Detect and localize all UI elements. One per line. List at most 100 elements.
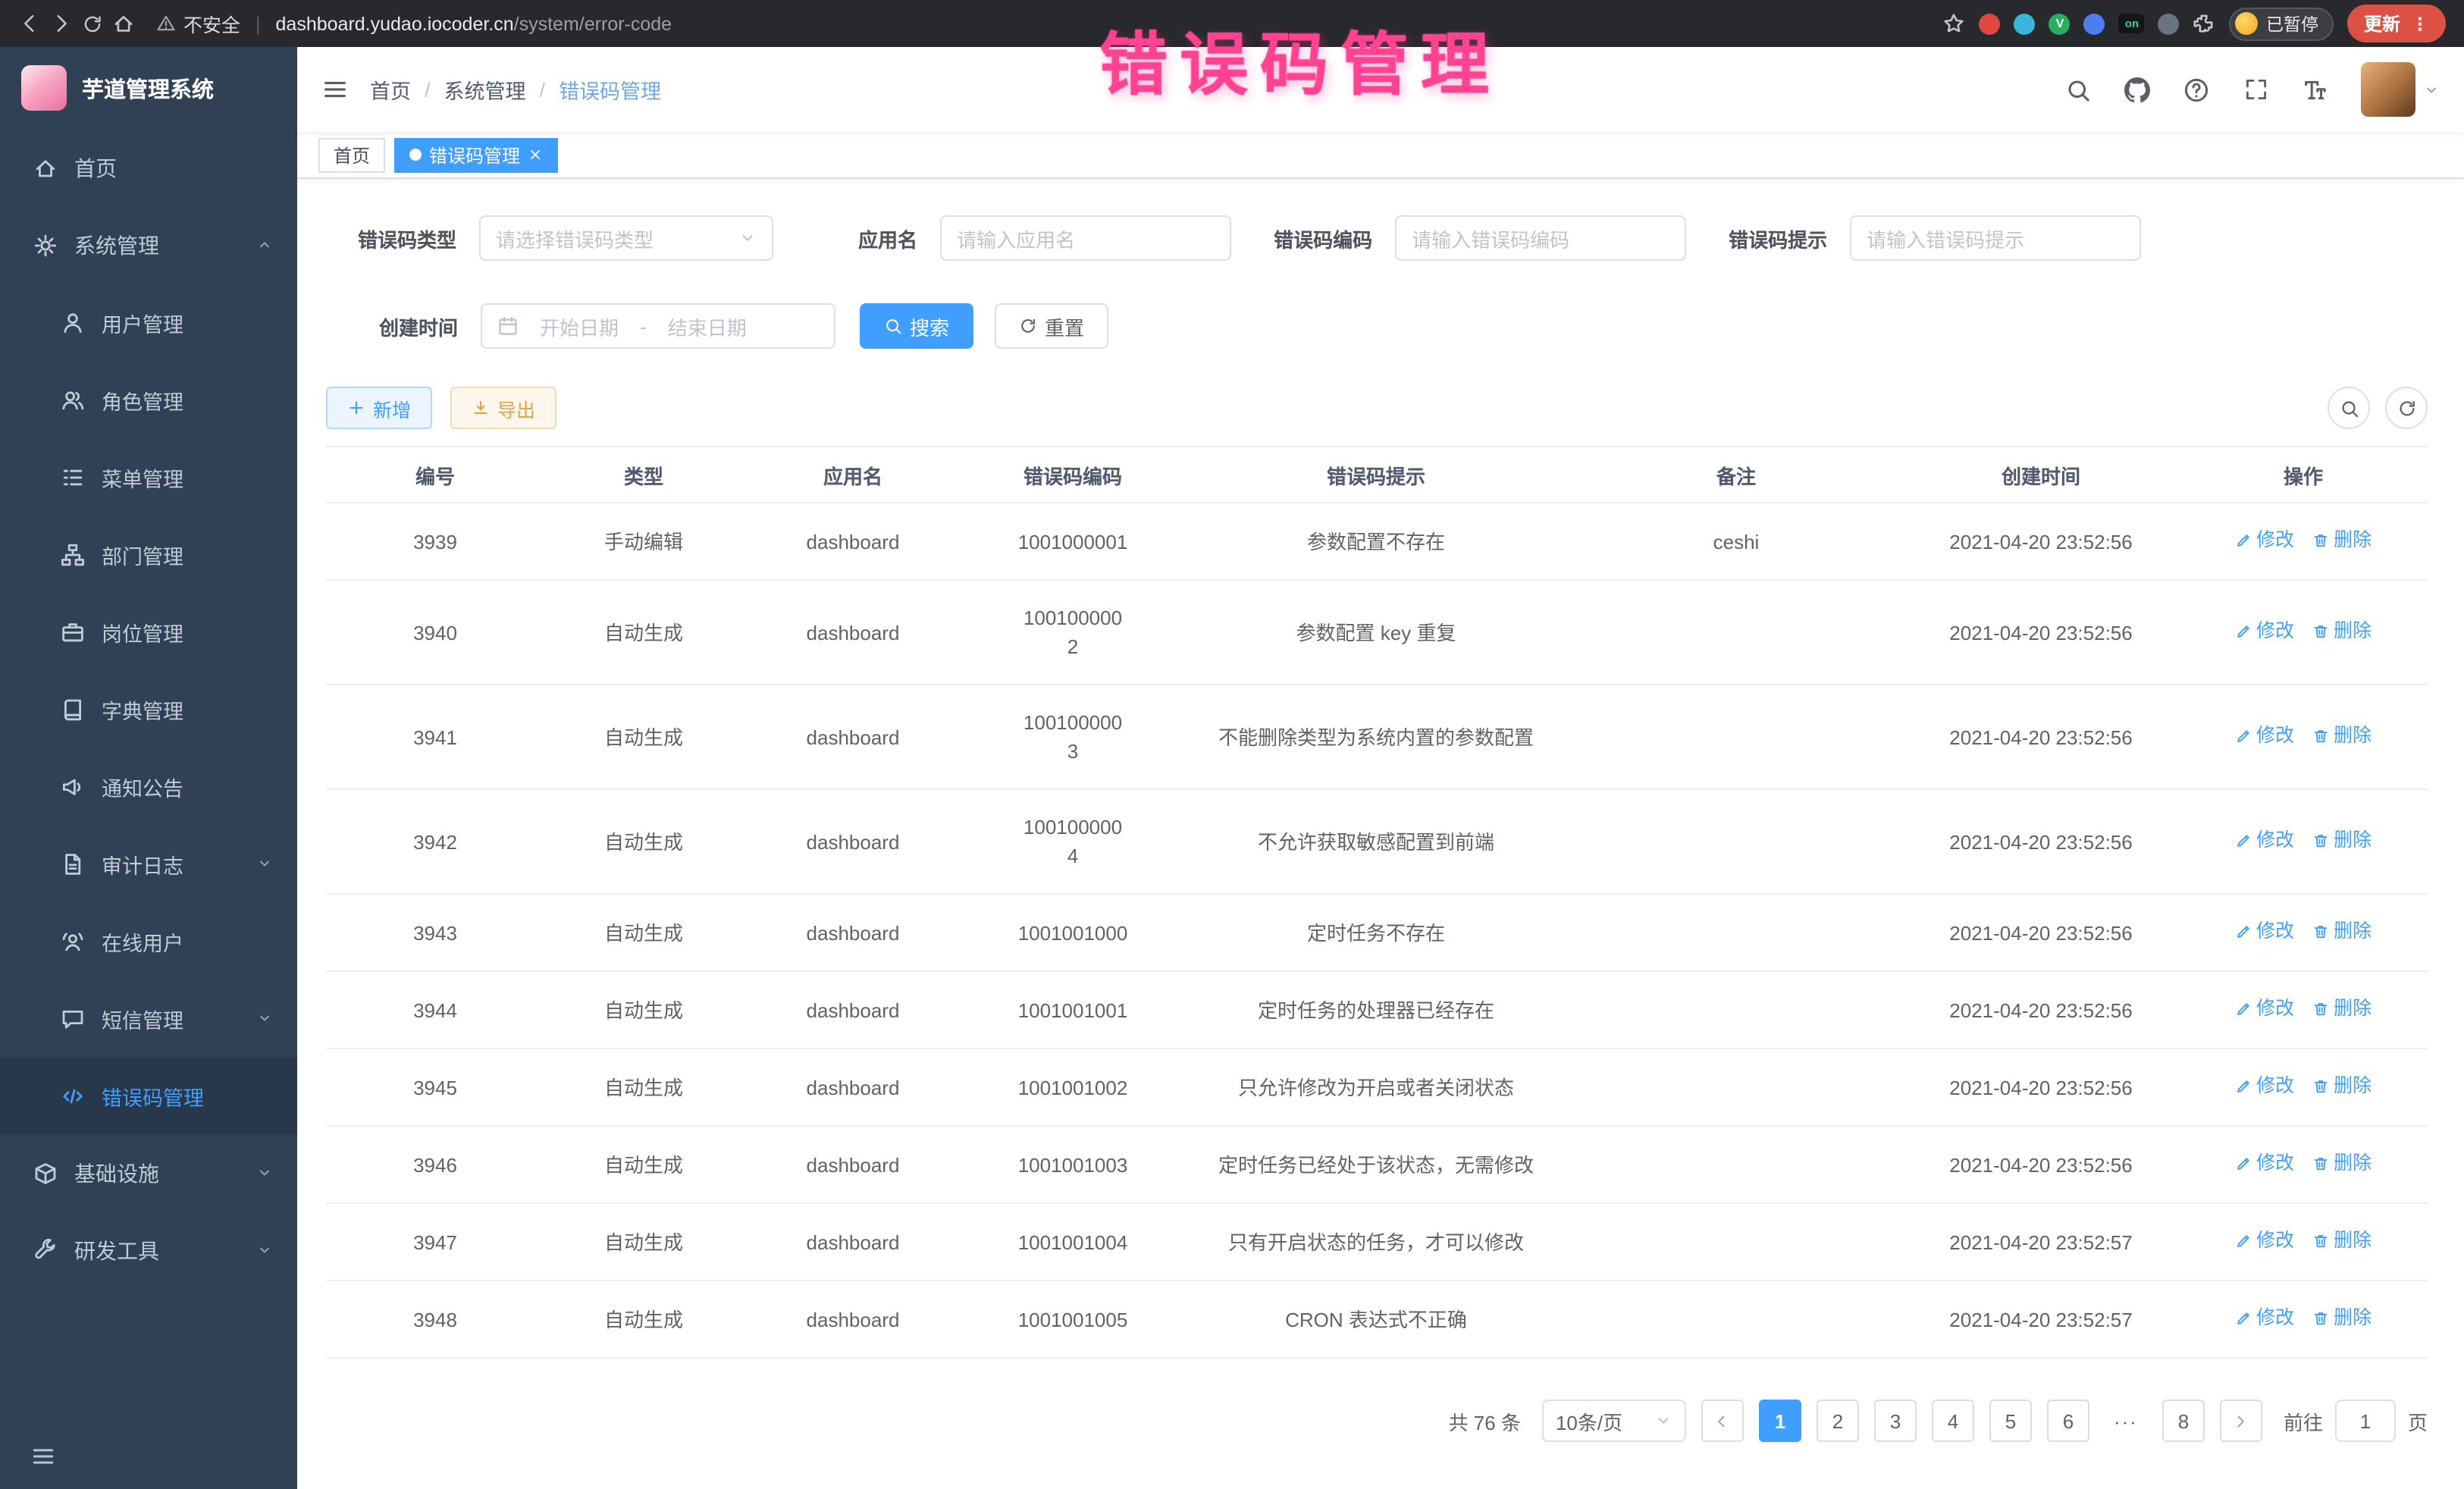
- page-button[interactable]: 8: [2162, 1400, 2205, 1442]
- edit-link[interactable]: 修改: [2235, 1149, 2294, 1178]
- help-icon[interactable]: [2171, 62, 2221, 117]
- font-size-icon[interactable]: [2290, 62, 2340, 117]
- sidebar-item[interactable]: 错误码管理: [0, 1057, 297, 1134]
- page-button[interactable]: 6: [2047, 1400, 2089, 1442]
- profile-paused-chip[interactable]: 已暂停: [2230, 7, 2334, 40]
- page-button[interactable]: 3: [1874, 1400, 1917, 1442]
- github-icon[interactable]: [2112, 62, 2162, 117]
- app-name-input[interactable]: 请输入应用名: [940, 215, 1231, 261]
- close-icon[interactable]: [528, 147, 543, 162]
- extension-icon-green-v[interactable]: V: [2049, 13, 2071, 34]
- page-button[interactable]: 1: [1759, 1400, 1801, 1442]
- delete-link[interactable]: 删除: [2312, 1072, 2372, 1101]
- page-ellipsis[interactable]: ···: [2105, 1400, 2147, 1442]
- sidebar-item[interactable]: 字典管理: [0, 670, 297, 748]
- edit-link[interactable]: 修改: [2235, 1072, 2294, 1101]
- delete-link[interactable]: 删除: [2312, 1304, 2372, 1333]
- cell-remark: [1569, 971, 1903, 1049]
- app-logo[interactable]: 芋道管理系统: [0, 47, 297, 129]
- page-content: 错误码类型请选择错误码类型应用名请输入应用名错误码编码请输入错误码编码错误码提示…: [297, 179, 2464, 1489]
- edit-link[interactable]: 修改: [2235, 995, 2294, 1023]
- goto-page-input[interactable]: [2335, 1400, 2396, 1442]
- sidebar-item[interactable]: 用户管理: [0, 284, 297, 361]
- sidebar-item[interactable]: 研发工具: [0, 1212, 297, 1289]
- add-button[interactable]: 新增: [326, 387, 432, 429]
- cell-type: 自动生成: [544, 1049, 743, 1126]
- page-button[interactable]: 4: [1932, 1400, 1974, 1442]
- goto-prefix: 前往: [2284, 1406, 2323, 1435]
- toggle-search-button[interactable]: [2328, 387, 2370, 429]
- back-icon[interactable]: [18, 12, 41, 35]
- breadcrumb-item[interactable]: 系统管理: [444, 74, 526, 105]
- edit-link[interactable]: 修改: [2235, 1227, 2294, 1255]
- sidebar-item[interactable]: 短信管理: [0, 980, 297, 1057]
- sidebar-collapse-toggle[interactable]: [0, 1422, 297, 1489]
- fullscreen-icon[interactable]: [2230, 62, 2281, 117]
- profile-avatar: [2236, 12, 2259, 35]
- sidebar-item[interactable]: 岗位管理: [0, 593, 297, 670]
- pencil-icon: [2235, 832, 2252, 849]
- sidebar-item[interactable]: 菜单管理: [0, 438, 297, 516]
- security-warning[interactable]: 不安全: [156, 9, 240, 38]
- bookmark-star-icon[interactable]: [1943, 12, 1966, 35]
- sidebar-item[interactable]: 部门管理: [0, 516, 297, 593]
- extension-icon-blue[interactable]: [2084, 13, 2105, 34]
- delete-link[interactable]: 删除: [2312, 1149, 2372, 1178]
- edit-link[interactable]: 修改: [2235, 526, 2294, 555]
- extension-icon-on-badge[interactable]: on: [2119, 14, 2145, 33]
- sidebar-item[interactable]: 角色管理: [0, 361, 297, 438]
- breadcrumb-item: 错误码管理: [559, 74, 661, 105]
- edit-link[interactable]: 修改: [2235, 1304, 2294, 1333]
- sidebar-item[interactable]: 在线用户: [0, 902, 297, 980]
- export-button[interactable]: 导出: [450, 387, 556, 429]
- breadcrumb-item[interactable]: 首页: [370, 74, 411, 105]
- refresh-table-button[interactable]: [2385, 387, 2428, 429]
- delete-link[interactable]: 删除: [2312, 722, 2372, 751]
- cell-message: 参数配置 key 重复: [1183, 580, 1569, 685]
- page-size-select[interactable]: 10条/页: [1542, 1400, 1686, 1442]
- delete-link[interactable]: 删除: [2312, 526, 2372, 555]
- error-code-type-select[interactable]: 请选择错误码类型: [479, 215, 773, 261]
- error-code-input[interactable]: 请输入错误码编码: [1395, 215, 1686, 261]
- extension-icon-feather[interactable]: [2158, 13, 2180, 34]
- extension-icon-teal[interactable]: [2014, 13, 2036, 34]
- search-icon[interactable]: [2053, 62, 2103, 117]
- delete-link[interactable]: 删除: [2312, 617, 2372, 646]
- search-button[interactable]: 搜索: [860, 303, 973, 349]
- edit-link[interactable]: 修改: [2235, 917, 2294, 946]
- delete-link[interactable]: 删除: [2312, 995, 2372, 1023]
- tag-item[interactable]: 错误码管理: [394, 137, 558, 172]
- sidebar-item-label: 用户管理: [102, 307, 183, 337]
- browser-home-icon[interactable]: [112, 12, 135, 35]
- menu-collapse-button[interactable]: [297, 76, 370, 103]
- update-button[interactable]: 更新 ⋮: [2347, 5, 2446, 42]
- sidebar-item[interactable]: 基础设施: [0, 1134, 297, 1212]
- delete-link[interactable]: 删除: [2312, 826, 2372, 855]
- extensions-puzzle-icon[interactable]: [2193, 12, 2216, 35]
- screen: 不安全 | dashboard.yudao.iocoder.cn/system/…: [0, 0, 2464, 1489]
- sidebar-item[interactable]: 审计日志: [0, 825, 297, 902]
- page-button[interactable]: 2: [1817, 1400, 1859, 1442]
- table-row: 3941自动生成dashboard1001000003不能删除类型为系统内置的参…: [326, 685, 2428, 789]
- next-page-button[interactable]: [2220, 1400, 2262, 1442]
- edit-link[interactable]: 修改: [2235, 722, 2294, 751]
- sidebar-item[interactable]: 系统管理: [0, 206, 297, 284]
- user-menu[interactable]: [2361, 62, 2440, 117]
- edit-link[interactable]: 修改: [2235, 617, 2294, 646]
- delete-link[interactable]: 删除: [2312, 917, 2372, 946]
- edit-link[interactable]: 修改: [2235, 826, 2294, 855]
- plus-icon: [347, 399, 365, 417]
- page-button[interactable]: 5: [1989, 1400, 2032, 1442]
- address-bar[interactable]: 不安全 | dashboard.yudao.iocoder.cn/system/…: [156, 9, 1934, 38]
- reset-button[interactable]: 重置: [995, 303, 1108, 349]
- sidebar-item[interactable]: 首页: [0, 129, 297, 206]
- reload-icon[interactable]: [82, 13, 103, 34]
- tag-item[interactable]: 首页: [318, 137, 385, 172]
- create-time-range-picker[interactable]: 开始日期 - 结束日期: [481, 303, 835, 349]
- sidebar-item[interactable]: 通知公告: [0, 748, 297, 825]
- prev-page-button[interactable]: [1701, 1400, 1744, 1442]
- delete-link[interactable]: 删除: [2312, 1227, 2372, 1255]
- extension-icon-red[interactable]: [1980, 13, 2001, 34]
- forward-icon[interactable]: [50, 12, 73, 35]
- error-code-hint-input[interactable]: 请输入错误码提示: [1850, 215, 2141, 261]
